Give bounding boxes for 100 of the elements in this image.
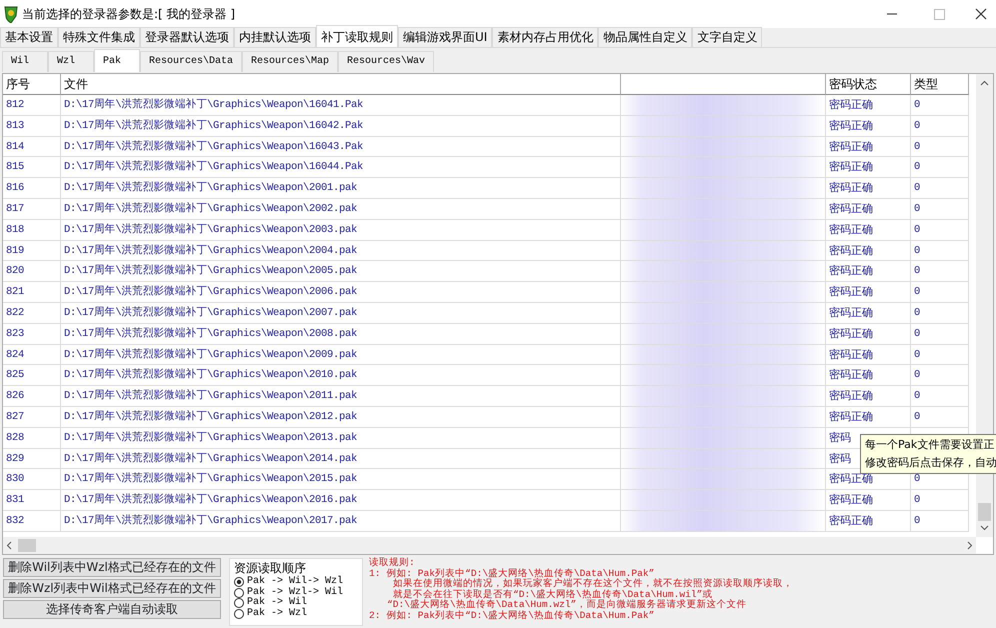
scroll-thumb[interactable] bbox=[18, 539, 36, 552]
table-cell: D:\17周年\洪荒烈影微端补丁\Graphics\Weapon\16041.Pak bbox=[61, 95, 621, 116]
table-cell: 密码正确 bbox=[826, 324, 911, 345]
tab[interactable]: Resources\Wav bbox=[338, 51, 434, 72]
table-cell: D:\17周年\洪荒烈影微端补丁\Graphics\Weapon\2011.pak bbox=[61, 386, 621, 407]
tab[interactable]: 登录器默认选项 bbox=[140, 27, 234, 47]
scroll-left-icon[interactable] bbox=[6, 541, 12, 550]
table-cell: D:\17周年\洪荒烈影微端补丁\Graphics\Weapon\2003.pak bbox=[61, 220, 621, 241]
table-cell: 829 bbox=[3, 448, 61, 470]
table-cell: D:\17周年\洪荒烈影微端补丁\Graphics\Weapon\2015.pak bbox=[61, 469, 621, 490]
tab[interactable]: 物品属性自定义 bbox=[598, 27, 692, 47]
rule-line: 读取规则: bbox=[369, 558, 416, 568]
tab[interactable]: 基本设置 bbox=[0, 27, 58, 47]
tab[interactable]: 文字自定义 bbox=[692, 27, 762, 47]
scroll-thumb[interactable] bbox=[978, 503, 991, 521]
radio-button[interactable] bbox=[234, 608, 244, 619]
table-cell: D:\17周年\洪荒烈影微端补丁\Graphics\Weapon\2008.pak bbox=[61, 324, 621, 345]
table-cell: 813 bbox=[3, 116, 61, 137]
tab[interactable]: Resources\Data bbox=[140, 51, 242, 72]
radio-button[interactable] bbox=[234, 577, 244, 588]
column-header[interactable]: 类型 bbox=[911, 74, 969, 95]
table-cell: 824 bbox=[3, 344, 61, 366]
table-cell: 0 bbox=[911, 261, 969, 282]
table-cell: 817 bbox=[3, 198, 61, 220]
table-cell: 密码正确 bbox=[826, 178, 911, 199]
table-cell: D:\17周年\洪荒烈影微端补丁\Graphics\Weapon\2001.pak bbox=[61, 178, 621, 199]
table-cell: 815 bbox=[3, 157, 61, 178]
close-icon[interactable] bbox=[975, 8, 987, 20]
horizontal-scrollbar[interactable] bbox=[3, 537, 976, 554]
table-cell: 0 bbox=[911, 157, 969, 178]
radio-label: Pak -> Wil-> Wzl bbox=[247, 577, 344, 587]
table-cell: 814 bbox=[3, 136, 61, 158]
table-cell: 0 bbox=[911, 198, 969, 220]
action-button[interactable]: 选择传奇客户端自动读取 bbox=[3, 600, 221, 619]
group-title: 资源读取顺序 bbox=[234, 560, 307, 576]
rule-line: “D:\盛大网络\热血传奇\Data\Hum.wzl”，而是向微端服务器请求更新这个文件 bbox=[386, 600, 748, 610]
table-cell: 832 bbox=[3, 510, 61, 532]
table-cell: 密码正确 bbox=[826, 282, 911, 303]
action-button[interactable]: 删除Wzl列表中Wil格式已经存在的文件 bbox=[3, 579, 221, 598]
table-cell: 密码正确 bbox=[826, 136, 911, 158]
table-cell: 密码正确 bbox=[826, 220, 911, 241]
table-cell: 密码正确 bbox=[826, 365, 911, 386]
scroll-right-icon[interactable] bbox=[967, 541, 973, 550]
app-icon bbox=[3, 5, 19, 23]
table-cell: 826 bbox=[3, 386, 61, 407]
tab[interactable]: 补丁读取规则 bbox=[316, 25, 398, 47]
radio-label: Pak -> Wzl bbox=[247, 608, 308, 619]
table-cell: 823 bbox=[3, 324, 61, 345]
column-header[interactable]: 文件 bbox=[61, 74, 621, 95]
table-cell: 密码正确 bbox=[826, 198, 911, 220]
tab[interactable]: 特殊文件集成 bbox=[58, 27, 140, 47]
table-cell: 密码正确 bbox=[826, 157, 911, 178]
table-cell: D:\17周年\洪荒烈影微端补丁\Graphics\Weapon\2013.pak bbox=[61, 428, 621, 449]
table-cell: D:\17周年\洪荒烈影微端补丁\Graphics\Weapon\16042.Pak bbox=[61, 116, 621, 137]
table-cell: 0 bbox=[911, 240, 969, 262]
table-cell: 密码正确 bbox=[826, 510, 911, 532]
tab[interactable]: Resources\Map bbox=[242, 51, 338, 72]
table-cell: 818 bbox=[3, 220, 61, 241]
tab[interactable]: 编辑游戏界面UI bbox=[398, 27, 492, 47]
tab[interactable]: Wil bbox=[2, 51, 48, 72]
table-cell: 0 bbox=[911, 406, 969, 428]
scroll-up-icon[interactable] bbox=[980, 80, 989, 86]
rule-line: 2: 例如: Pak列表中“D:\盛大网络\热血传奇\Data\Hum.Pak” bbox=[369, 610, 656, 622]
table-cell: D:\17周年\洪荒烈影微端补丁\Graphics\Weapon\2006.pak bbox=[61, 282, 621, 303]
table-cell: D:\17周年\洪荒烈影微端补丁\Graphics\Weapon\16044.Pak bbox=[61, 157, 621, 178]
column-header[interactable] bbox=[621, 74, 826, 95]
table-cell: D:\17周年\洪荒烈影微端补丁\Graphics\Weapon\2012.pak bbox=[61, 406, 621, 428]
scroll-down-icon[interactable] bbox=[980, 525, 989, 531]
table-cell: D:\17周年\洪荒烈影微端补丁\Graphics\Weapon\2004.pak bbox=[61, 240, 621, 262]
column-header[interactable]: 序号 bbox=[3, 74, 61, 95]
table-cell: 821 bbox=[3, 282, 61, 303]
tab[interactable]: Pak bbox=[94, 49, 140, 72]
radio-button[interactable] bbox=[234, 588, 244, 598]
column-header[interactable]: 密码状态 bbox=[826, 74, 911, 95]
table-cell: 0 bbox=[911, 386, 969, 407]
table-cell: D:\17周年\洪荒烈影微端补丁\Graphics\Weapon\2002.pak bbox=[61, 198, 621, 220]
table-cell: 827 bbox=[3, 406, 61, 428]
table-cell: D:\17周年\洪荒烈影微端补丁\Graphics\Weapon\2009.pak bbox=[61, 344, 621, 366]
table-cell: 密码正确 bbox=[826, 116, 911, 137]
tab[interactable]: 内挂默认选项 bbox=[234, 27, 316, 47]
table-cell: 0 bbox=[911, 324, 969, 345]
tab[interactable]: Wzl bbox=[48, 51, 94, 72]
tab[interactable]: 素材内存占用优化 bbox=[492, 27, 598, 47]
table-cell: 0 bbox=[911, 116, 969, 137]
table-cell: D:\17周年\洪荒烈影微端补丁\Graphics\Weapon\2016.pak bbox=[61, 490, 621, 511]
table-cell: 820 bbox=[3, 261, 61, 282]
table-cell: 828 bbox=[3, 428, 61, 449]
table-cell: 825 bbox=[3, 365, 61, 386]
table-cell: 831 bbox=[3, 490, 61, 511]
table-cell: D:\17周年\洪荒烈影微端补丁\Graphics\Weapon\2007.pak bbox=[61, 302, 621, 324]
table-cell: D:\17周年\洪荒烈影微端补丁\Graphics\Weapon\2014.pak bbox=[61, 448, 621, 470]
rule-line: 1: 例如: Pak列表中“D:\盛大网络\热血传奇\Data\Hum.Pak” bbox=[369, 568, 654, 579]
table-cell: 密码正确 bbox=[826, 261, 911, 282]
table-cell: 密码正确 bbox=[826, 490, 911, 511]
table-cell: D:\17周年\洪荒烈影微端补丁\Graphics\Weapon\2010.pak bbox=[61, 365, 621, 386]
table-cell: 0 bbox=[911, 220, 969, 241]
action-button[interactable]: 删除Wil列表中Wzl格式已经存在的文件 bbox=[3, 558, 221, 577]
table-cell: 0 bbox=[911, 178, 969, 199]
table-cell: 0 bbox=[911, 365, 969, 386]
radio-button[interactable] bbox=[234, 598, 244, 608]
